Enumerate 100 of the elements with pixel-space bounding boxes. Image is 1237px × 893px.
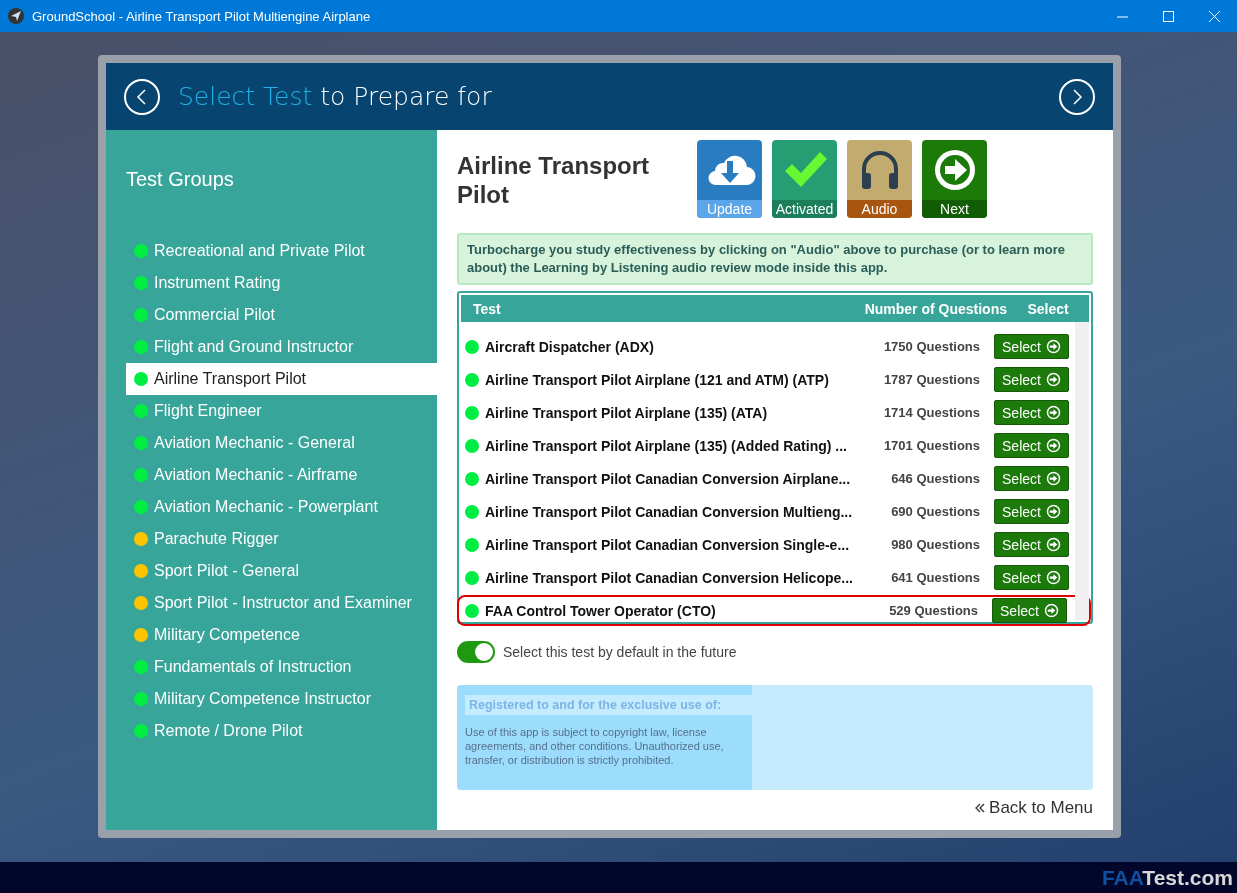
question-count: 1750 Questions: [882, 339, 980, 354]
test-name: FAA Control Tower Operator (CTO): [485, 602, 717, 619]
scrollbar[interactable]: [1075, 322, 1089, 620]
select-button[interactable]: Select: [994, 499, 1069, 524]
action-tile[interactable]: Next: [922, 140, 987, 218]
toggle-switch[interactable]: [457, 641, 495, 663]
select-button[interactable]: Select: [994, 565, 1069, 590]
group-label: Aviation Mechanic - Airframe: [154, 466, 358, 484]
arrow-circle-icon: [1045, 504, 1061, 519]
question-count: 980 Questions: [890, 537, 980, 552]
group-item[interactable]: Sport Pilot - Instructor and Examiner: [126, 587, 437, 619]
test-name: Airline Transport Pilot Canadian Conversion Airplane...: [485, 470, 852, 487]
test-name: Airline Transport Pilot Canadian Conversion Helicope...: [485, 569, 854, 586]
group-item[interactable]: Remote / Drone Pilot: [126, 715, 437, 747]
group-label: Recreational and Private Pilot: [154, 242, 365, 260]
question-count: 690 Questions: [890, 504, 980, 519]
arrow-circle-icon: [1045, 570, 1061, 585]
group-label: Commercial Pilot: [154, 306, 275, 324]
select-button[interactable]: Select: [994, 400, 1069, 425]
arrow-circle-icon: [1045, 471, 1061, 486]
status-dot: [465, 405, 479, 420]
double-chevron-icon: [974, 802, 987, 814]
test-name: Aircraft Dispatcher (ADX): [485, 338, 655, 355]
group-label: Fundamentals of Instruction: [154, 658, 352, 676]
group-item[interactable]: Parachute Rigger: [126, 523, 437, 555]
status-dot: [465, 504, 479, 519]
group-item[interactable]: Military Competence: [126, 619, 437, 651]
group-label: Aviation Mechanic - General: [154, 434, 355, 452]
arrow-circle-icon: [1043, 603, 1059, 618]
group-item[interactable]: Aviation Mechanic - Powerplant: [126, 491, 437, 523]
status-dot: [465, 537, 479, 552]
group-item[interactable]: Airline Transport Pilot: [126, 363, 437, 395]
group-item[interactable]: Commercial Pilot: [126, 299, 437, 331]
status-dot: [465, 339, 479, 354]
test-name: Airline Transport Pilot Canadian Conversion Multieng...: [485, 503, 854, 520]
select-button[interactable]: Select: [994, 334, 1069, 359]
select-button[interactable]: Select: [992, 598, 1067, 623]
group-label: Sport Pilot - Instructor and Examiner: [154, 594, 412, 612]
action-tile[interactable]: Update: [697, 140, 762, 218]
group-title: Airline Transport Pilot: [457, 152, 651, 210]
question-count: 1787 Questions: [882, 372, 980, 387]
test-name: Airline Transport Pilot Airplane (135) (ATA): [485, 404, 769, 421]
maximize-icon[interactable]: [1162, 10, 1174, 22]
status-dot: [465, 471, 479, 486]
group-item[interactable]: Sport Pilot - General: [126, 555, 437, 587]
status-dot: [465, 570, 479, 585]
arrow-circle-icon: [1045, 537, 1061, 552]
paper-plane-icon: [8, 8, 24, 24]
sidebar-heading: Test Groups: [126, 168, 235, 191]
dialog-title: Select Test to Prepare for: [178, 82, 493, 111]
group-item[interactable]: Instrument Rating: [126, 267, 437, 299]
group-label: Parachute Rigger: [154, 530, 279, 548]
group-item[interactable]: Aviation Mechanic - Airframe: [126, 459, 437, 491]
arrow-circle-icon: [1045, 372, 1061, 387]
brand-logo: FAATest.com: [1101, 865, 1233, 890]
group-item[interactable]: Aviation Mechanic - General: [126, 427, 437, 459]
select-button[interactable]: Select: [994, 466, 1069, 491]
action-tile[interactable]: Audio: [847, 140, 912, 218]
question-count: 646 Questions: [890, 471, 980, 486]
group-label: Airline Transport Pilot: [154, 370, 307, 388]
select-button[interactable]: Select: [994, 532, 1069, 557]
group-label: Flight and Ground Instructor: [154, 338, 354, 356]
question-count: 1714 Questions: [882, 405, 980, 420]
group-label: Aviation Mechanic - Powerplant: [154, 498, 378, 516]
arrow-circle-icon: [1045, 438, 1061, 453]
select-button[interactable]: Select: [994, 433, 1069, 458]
test-name: Airline Transport Pilot Airplane (121 and ATM) (ATP): [485, 371, 830, 388]
registration-text: Use of this app is subject to copyright law, license agreements, and other conditions. Unauthorized use, transfer, or distribution is strictly prohibited.: [465, 725, 725, 767]
group-item[interactable]: Fundamentals of Instruction: [126, 651, 437, 683]
group-item[interactable]: Flight Engineer: [126, 395, 437, 427]
group-label: Military Competence Instructor: [154, 690, 371, 708]
select-button[interactable]: Select: [994, 367, 1069, 392]
column-header: Test: [472, 300, 502, 317]
registration-heading: Registered to and for the exclusive use of:: [465, 695, 752, 715]
question-count: 529 Questions: [888, 603, 978, 618]
group-label: Instrument Rating: [154, 274, 281, 292]
status-dot: [465, 603, 479, 618]
group-item[interactable]: Flight and Ground Instructor: [126, 331, 437, 363]
toggle-label: Select this test by default in the future: [503, 644, 737, 660]
notice-banner: Turbocharge you study effectiveness by clicking on "Audio" above to purchase (or to learn more about) the Learning by Listening audio review mode inside this app.: [457, 233, 1093, 285]
window-title: GroundSchool - Airline Transport Pilot Multiengine Airplane: [32, 8, 372, 24]
group-item[interactable]: Recreational and Private Pilot: [126, 235, 437, 267]
test-name: Airline Transport Pilot Airplane (135) (Added Rating) ...: [485, 437, 848, 454]
arrow-circle-icon: [1045, 405, 1061, 420]
forward-button[interactable]: [1059, 78, 1095, 115]
status-dot: [465, 438, 479, 453]
close-icon[interactable]: [1208, 10, 1220, 22]
column-header: Number of Questions: [863, 300, 1007, 317]
arrow-circle-icon: [1045, 339, 1061, 354]
group-label: Remote / Drone Pilot: [154, 722, 303, 740]
column-header: Select: [1026, 300, 1070, 317]
group-item[interactable]: Military Competence Instructor: [126, 683, 437, 715]
group-label: Sport Pilot - General: [154, 562, 299, 580]
question-count: 641 Questions: [890, 570, 980, 585]
back-to-menu-link[interactable]: Back to Menu: [974, 798, 1093, 818]
action-tile[interactable]: Activated: [772, 140, 837, 218]
back-button[interactable]: [124, 78, 160, 115]
status-dot: [465, 372, 479, 387]
group-label: Flight Engineer: [154, 402, 262, 420]
group-label: Military Competence: [154, 626, 300, 644]
